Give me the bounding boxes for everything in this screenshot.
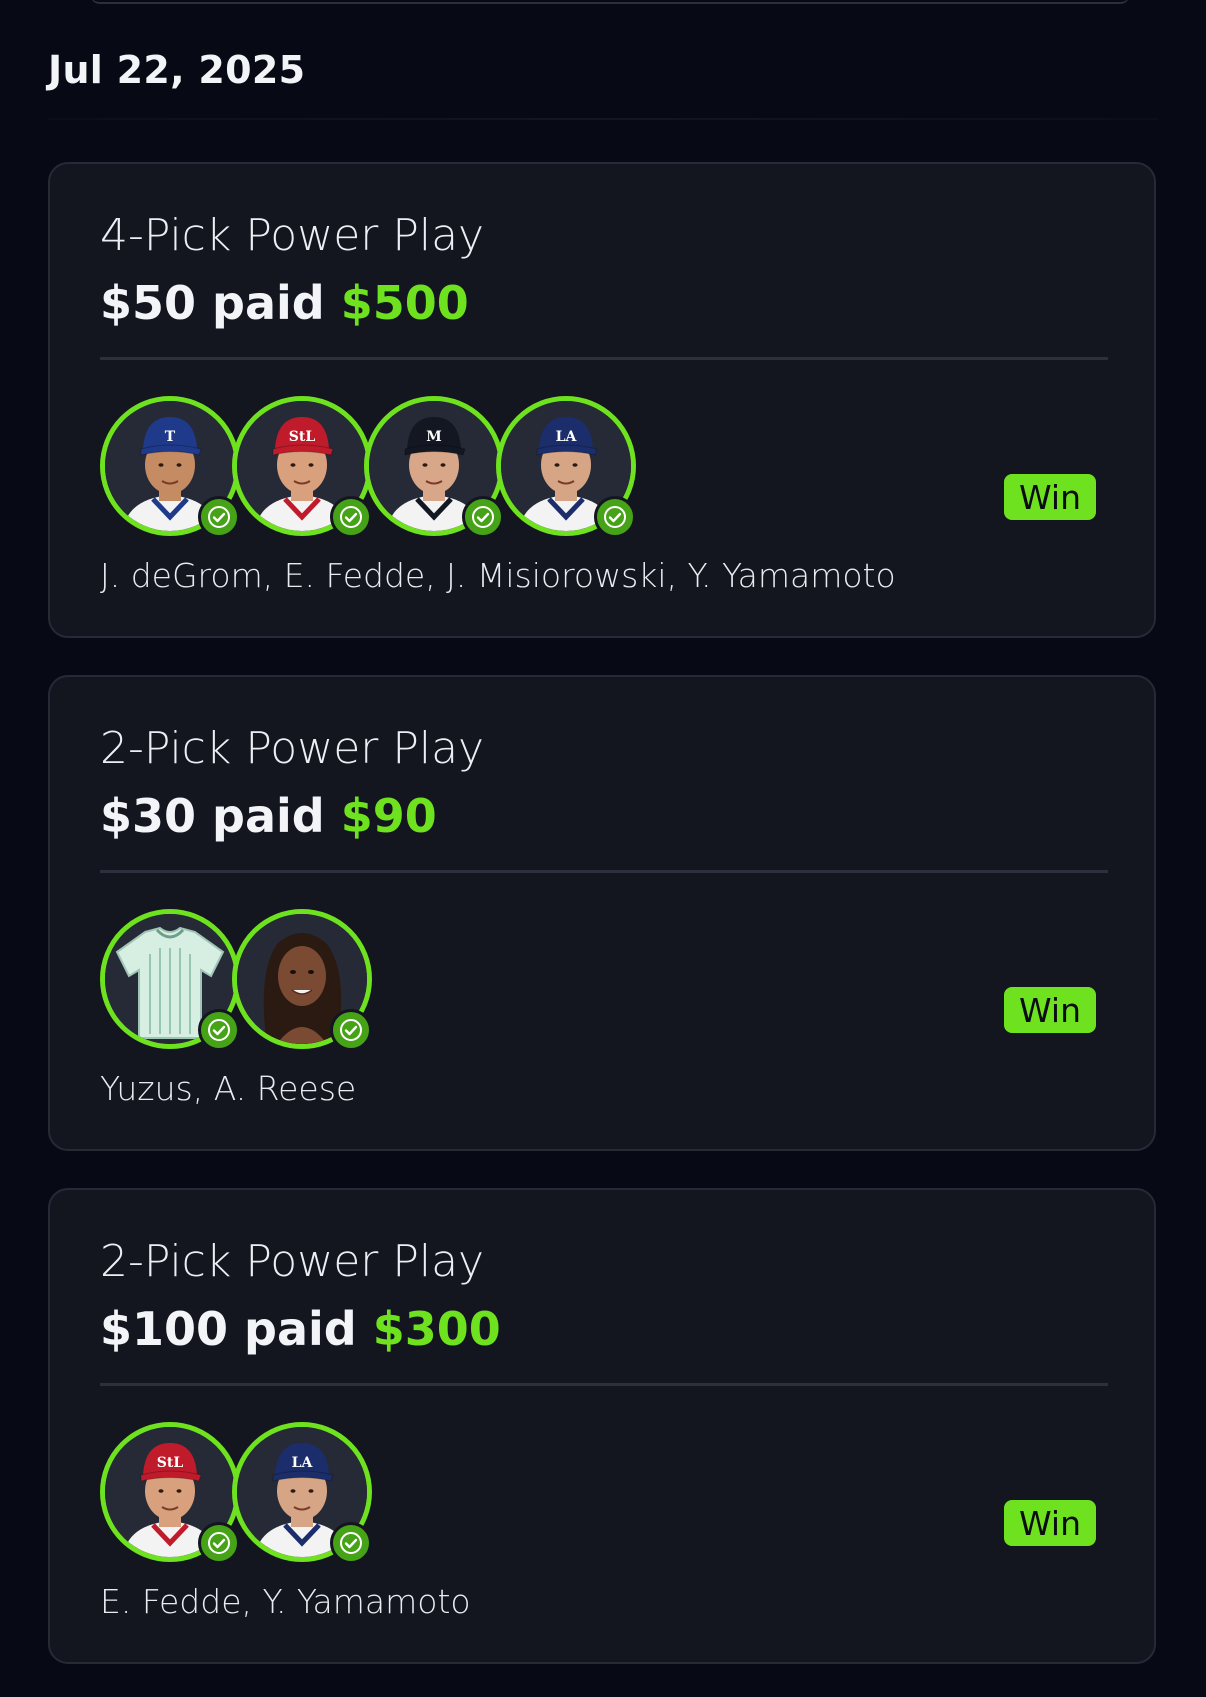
date-header: Jul 22, 2025 — [48, 48, 306, 92]
entry-payout-line: $30 paid $90 — [100, 789, 437, 843]
paid-amount: $50 paid — [100, 276, 325, 330]
svg-text:StL: StL — [289, 429, 316, 445]
card-divider — [100, 1383, 1108, 1386]
entry-payout-line: $100 paid $300 — [100, 1302, 501, 1356]
player-avatars: T StL M LA — [100, 396, 700, 538]
player-avatars — [100, 909, 700, 1051]
entry-card[interactable]: 4-Pick Power Play $50 paid $500 T StL M … — [48, 162, 1156, 638]
paid-amount: $30 paid — [100, 789, 325, 843]
check-circle-icon — [330, 1522, 372, 1564]
entry-title: 2-Pick Power Play — [100, 1236, 485, 1287]
entry-payout-line: $50 paid $500 — [100, 276, 469, 330]
entry-card[interactable]: 2-Pick Power Play $30 paid $90 Win Yuzus… — [48, 675, 1156, 1151]
scroll-edge — [90, 0, 1130, 4]
players-list: J. deGrom, E. Fedde, J. Misiorowski, Y. … — [100, 556, 896, 595]
entry-title: 4-Pick Power Play — [100, 210, 485, 261]
check-circle-icon — [198, 496, 240, 538]
check-circle-icon — [462, 496, 504, 538]
payout-amount: $500 — [340, 276, 469, 330]
check-circle-icon — [330, 1009, 372, 1051]
players-list: E. Fedde, Y. Yamamoto — [100, 1582, 471, 1621]
win-badge: Win — [1004, 987, 1096, 1033]
svg-text:T: T — [165, 429, 176, 445]
card-divider — [100, 357, 1108, 360]
payout-amount: $300 — [372, 1302, 501, 1356]
card-divider — [100, 870, 1108, 873]
check-circle-icon — [330, 496, 372, 538]
svg-text:LA: LA — [556, 429, 578, 445]
check-circle-icon — [198, 1522, 240, 1564]
svg-text:LA: LA — [292, 1455, 314, 1471]
payout-amount: $90 — [340, 789, 437, 843]
check-circle-icon — [594, 496, 636, 538]
entry-title: 2-Pick Power Play — [100, 723, 485, 774]
header-divider — [48, 118, 1158, 120]
win-badge: Win — [1004, 1500, 1096, 1546]
players-list: Yuzus, A. Reese — [100, 1069, 357, 1108]
entry-card[interactable]: 2-Pick Power Play $100 paid $300 StL LA … — [48, 1188, 1156, 1664]
svg-text:StL: StL — [157, 1455, 184, 1471]
player-avatars: StL LA — [100, 1422, 700, 1564]
win-badge: Win — [1004, 474, 1096, 520]
check-circle-icon — [198, 1009, 240, 1051]
svg-text:M: M — [426, 429, 442, 445]
paid-amount: $100 paid — [100, 1302, 357, 1356]
